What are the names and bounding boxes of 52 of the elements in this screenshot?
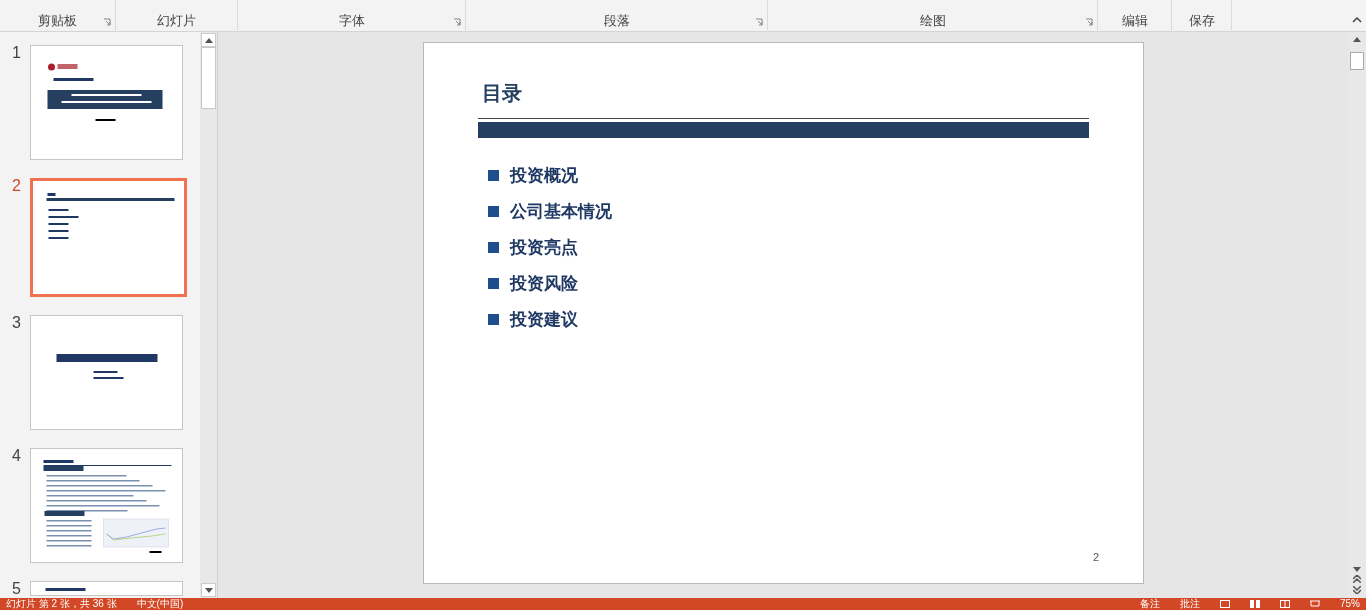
bullet-icon bbox=[488, 170, 499, 181]
bullet-icon bbox=[488, 314, 499, 325]
bullet-icon bbox=[488, 206, 499, 217]
scroll-down-icon[interactable] bbox=[204, 587, 213, 593]
ribbon-group-label: 剪贴板 bbox=[38, 14, 77, 27]
language[interactable]: 中文(中国) bbox=[136, 599, 184, 609]
bullet-text: 投资概况 bbox=[510, 164, 578, 187]
slide-thumbnail[interactable] bbox=[30, 448, 183, 563]
bullet-icon bbox=[488, 242, 499, 253]
bullet-text: 公司基本情况 bbox=[510, 200, 612, 223]
bullet-text: 投资风险 bbox=[510, 272, 578, 295]
ribbon-group-label: 幻灯片 bbox=[157, 14, 196, 27]
slide-number: 2 bbox=[12, 178, 22, 194]
slide-number: 5 bbox=[12, 581, 22, 597]
reading-view-icon[interactable] bbox=[1280, 600, 1290, 608]
notes-button[interactable]: 备注 bbox=[1140, 599, 1160, 609]
ribbon-group-label: 字体 bbox=[338, 14, 365, 27]
slide-sorter-icon[interactable] bbox=[1250, 600, 1260, 608]
slide-thumbnail[interactable] bbox=[30, 581, 183, 596]
collapse-ribbon-icon[interactable] bbox=[1352, 17, 1362, 23]
slide-number: 4 bbox=[12, 448, 22, 464]
dialog-launcher-icon[interactable] bbox=[1085, 18, 1093, 26]
ribbon-group-label: 绘图 bbox=[919, 14, 946, 27]
scroll-up-icon[interactable] bbox=[204, 37, 213, 43]
scroll-thumb[interactable] bbox=[201, 47, 216, 109]
slide-thumbnail[interactable] bbox=[30, 178, 187, 297]
scroll-up-icon[interactable] bbox=[1353, 37, 1361, 42]
next-slide-icon[interactable] bbox=[1353, 586, 1361, 594]
slide-title: 目录 bbox=[482, 81, 522, 105]
bullet-text: 投资亮点 bbox=[510, 236, 578, 259]
comments-button[interactable]: 批注 bbox=[1180, 599, 1200, 609]
page-number: 2 bbox=[1092, 549, 1099, 565]
dialog-launcher-icon[interactable] bbox=[453, 18, 461, 26]
scroll-down-icon[interactable] bbox=[1353, 567, 1361, 572]
slide-show-icon[interactable] bbox=[1310, 600, 1320, 608]
slide-number: 1 bbox=[12, 45, 22, 61]
previous-slide-icon[interactable] bbox=[1353, 575, 1361, 583]
scroll-thumb[interactable] bbox=[1350, 52, 1364, 70]
slide-thumbnail[interactable] bbox=[30, 315, 183, 430]
zoom-level[interactable]: 75% bbox=[1340, 599, 1360, 609]
normal-view-icon[interactable] bbox=[1220, 600, 1230, 608]
ribbon-group-label: 编辑 bbox=[1121, 14, 1148, 27]
slide-count: 幻灯片 第 2 张，共 36 张 bbox=[6, 599, 117, 609]
ribbon-group-label: 保存 bbox=[1188, 14, 1215, 27]
bullet-text: 投资建议 bbox=[510, 308, 578, 331]
ribbon-group-label: 段落 bbox=[603, 14, 630, 27]
slide-thumbnail[interactable] bbox=[30, 45, 183, 160]
slide-number: 3 bbox=[12, 315, 22, 331]
bullet-icon bbox=[488, 278, 499, 289]
dialog-launcher-icon[interactable] bbox=[755, 18, 763, 26]
dialog-launcher-icon[interactable] bbox=[103, 18, 111, 26]
scrollbar[interactable] bbox=[200, 32, 217, 598]
